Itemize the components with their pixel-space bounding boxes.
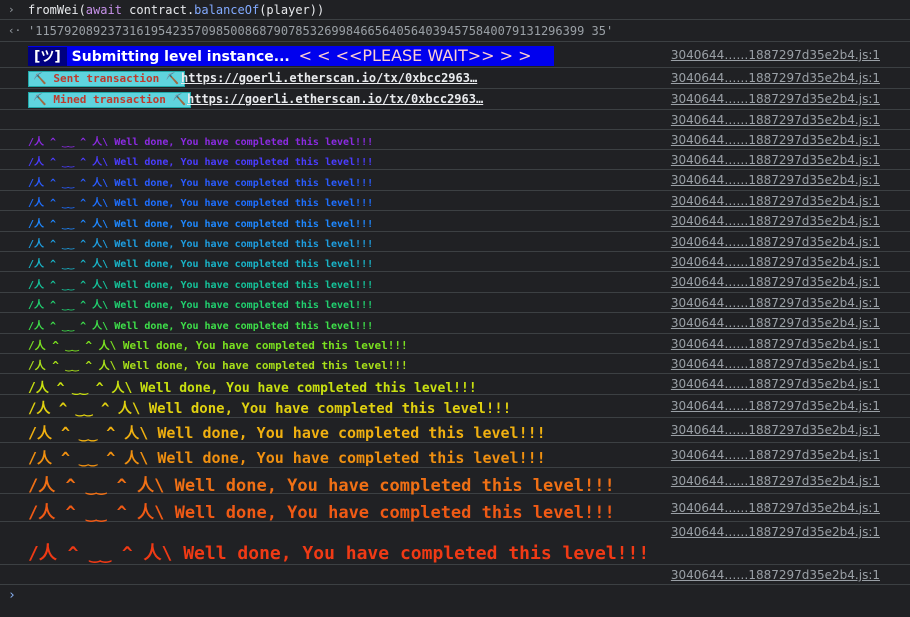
done-row: /人 ^ ‿‿ ^ 人\ Well done, You have complet… bbox=[0, 232, 910, 252]
result-arrow-icon: ‹· bbox=[8, 24, 22, 37]
done-row: /人 ^ ‿‿ ^ 人\ Well done, You have complet… bbox=[0, 418, 910, 443]
done-message: /人 ^ ‿‿ ^ 人\ Well done, You have complet… bbox=[28, 300, 374, 311]
console-input-prompt-icon[interactable]: › bbox=[8, 588, 16, 603]
done-message: /人 ^ ‿‿ ^ 人\ Well done, You have complet… bbox=[28, 401, 512, 417]
console-result-row: ‹· '115792089237316195423570985008687907… bbox=[0, 20, 910, 42]
command-method: balanceOf bbox=[194, 3, 260, 17]
console-sent-row: ⛏️ Sent transaction ⛏️ https://goerli.et… bbox=[0, 68, 910, 89]
source-link[interactable]: 3040644……1887297d35e2b4.js:1 bbox=[671, 173, 880, 187]
source-link[interactable]: 3040644……1887297d35e2b4.js:1 bbox=[671, 448, 880, 462]
done-row: /人 ^ ‿‿ ^ 人\ Well done, You have complet… bbox=[0, 293, 910, 313]
done-row: /人 ^ ‿‿ ^ 人\ Well done, You have complet… bbox=[0, 334, 910, 354]
done-message: /人 ^ ‿‿ ^ 人\ Well done, You have complet… bbox=[28, 198, 374, 209]
done-row: /人 ^ ‿‿ ^ 人\ Well done, You have complet… bbox=[0, 374, 910, 396]
source-link[interactable]: 3040644……1887297d35e2b4.js:1 bbox=[671, 296, 880, 310]
command-fn: fromWei( bbox=[28, 3, 86, 17]
done-row: /人 ^ ‿‿ ^ 人\ Well done, You have complet… bbox=[0, 468, 910, 496]
source-link[interactable]: 3040644……1887297d35e2b4.js:1 bbox=[671, 92, 880, 106]
command-rest1: contract. bbox=[121, 3, 195, 17]
done-row: /人 ^ ‿‿ ^ 人\ Well done, You have complet… bbox=[0, 211, 910, 232]
source-link[interactable]: 3040644……1887297d35e2b4.js:1 bbox=[671, 377, 880, 391]
please-wait-text: < < <<PLEASE WAIT>> > > bbox=[294, 46, 532, 65]
source-link[interactable]: 3040644……1887297d35e2b4.js:1 bbox=[671, 153, 880, 167]
source-link[interactable]: 3040644……1887297d35e2b4.js:1 bbox=[671, 423, 880, 437]
done-row: /人 ^ ‿‿ ^ 人\ Well done, You have complet… bbox=[0, 130, 910, 150]
source-link[interactable]: 3040644……1887297d35e2b4.js:1 bbox=[671, 474, 880, 488]
done-message: /人 ^ ‿‿ ^ 人\ Well done, You have complet… bbox=[28, 381, 477, 396]
done-message: /人 ^ ‿‿ ^ 人\ Well done, You have complet… bbox=[28, 543, 650, 564]
done-row: /人 ^ ‿‿ ^ 人\ Well done, You have complet… bbox=[0, 150, 910, 170]
done-row: /人 ^ ‿‿ ^ 人\ Well done, You have complet… bbox=[0, 494, 910, 523]
source-link[interactable]: 3040644……1887297d35e2b4.js:1 bbox=[671, 48, 880, 62]
done-row: /人 ^ ‿‿ ^ 人\ Well done, You have complet… bbox=[0, 313, 910, 334]
done-message: /人 ^ ‿‿ ^ 人\ Well done, You have complet… bbox=[28, 239, 374, 250]
done-row: /人 ^ ‿‿ ^ 人\ Well done, You have complet… bbox=[0, 522, 910, 565]
done-message: /人 ^ ‿‿ ^ 人\ Well done, You have complet… bbox=[28, 178, 374, 189]
command-text[interactable]: fromWei(await contract.balanceOf(player)… bbox=[28, 3, 324, 17]
done-message: /人 ^ ‿‿ ^ 人\ Well done, You have complet… bbox=[28, 476, 615, 496]
done-message: /人 ^ ‿‿ ^ 人\ Well done, You have complet… bbox=[28, 449, 546, 467]
source-link[interactable]: 3040644……1887297d35e2b4.js:1 bbox=[671, 255, 880, 269]
done-message: /人 ^ ‿‿ ^ 人\ Well done, You have complet… bbox=[28, 280, 374, 291]
done-message: /人 ^ ‿‿ ^ 人\ Well done, You have complet… bbox=[28, 339, 408, 352]
done-message: /人 ^ ‿‿ ^ 人\ Well done, You have complet… bbox=[28, 157, 374, 168]
console-mined-row: ⛏️ Mined transaction ⛏️ https://goerli.e… bbox=[0, 89, 910, 110]
banner-text: Submitting level instance... bbox=[71, 49, 290, 65]
done-row: /人 ^ ‿‿ ^ 人\ Well done, You have complet… bbox=[0, 354, 910, 374]
done-message: /人 ^ ‿‿ ^ 人\ Well done, You have complet… bbox=[28, 424, 546, 442]
source-link[interactable]: 3040644……1887297d35e2b4.js:1 bbox=[671, 525, 880, 539]
sent-transaction-tag: ⛏️ Sent transaction ⛏️ bbox=[28, 71, 185, 87]
sent-transaction-link[interactable]: https://goerli.etherscan.io/tx/0xbcc2963… bbox=[181, 71, 477, 85]
done-row: /人 ^ ‿‿ ^ 人\ Well done, You have complet… bbox=[0, 252, 910, 272]
command-await: await bbox=[85, 3, 122, 17]
done-message: /人 ^ ‿‿ ^ 人\ Well done, You have complet… bbox=[28, 259, 374, 270]
done-message: /人 ^ ‿‿ ^ 人\ Well done, You have complet… bbox=[28, 321, 374, 332]
console-banner-row: [ツ] Submitting level instance... < < <<P… bbox=[0, 42, 910, 68]
console-empty-row: 3040644……1887297d35e2b4.js:1 bbox=[0, 110, 910, 130]
source-link[interactable]: 3040644……1887297d35e2b4.js:1 bbox=[671, 568, 880, 582]
submitting-banner: [ツ] Submitting level instance... < < <<P… bbox=[28, 46, 554, 66]
source-link[interactable]: 3040644……1887297d35e2b4.js:1 bbox=[671, 235, 880, 249]
source-link[interactable]: 3040644……1887297d35e2b4.js:1 bbox=[671, 337, 880, 351]
chevron-right-icon: › bbox=[8, 3, 15, 16]
done-message: /人 ^ ‿‿ ^ 人\ Well done, You have complet… bbox=[28, 503, 615, 523]
mined-transaction-link[interactable]: https://goerli.etherscan.io/tx/0xbcc2963… bbox=[187, 92, 483, 106]
source-link[interactable]: 3040644……1887297d35e2b4.js:1 bbox=[671, 133, 880, 147]
source-link[interactable]: 3040644……1887297d35e2b4.js:1 bbox=[671, 399, 880, 413]
done-row: /人 ^ ‿‿ ^ 人\ Well done, You have complet… bbox=[0, 395, 910, 418]
done-message: /人 ^ ‿‿ ^ 人\ Well done, You have complet… bbox=[28, 359, 408, 372]
done-message: /人 ^ ‿‿ ^ 人\ Well done, You have complet… bbox=[28, 137, 374, 148]
source-link[interactable]: 3040644……1887297d35e2b4.js:1 bbox=[671, 71, 880, 85]
source-link[interactable]: 3040644……1887297d35e2b4.js:1 bbox=[671, 214, 880, 228]
done-row: /人 ^ ‿‿ ^ 人\ Well done, You have complet… bbox=[0, 191, 910, 211]
command-rest2: (player)) bbox=[259, 3, 325, 17]
done-row: /人 ^ ‿‿ ^ 人\ Well done, You have complet… bbox=[0, 170, 910, 191]
done-message: /人 ^ ‿‿ ^ 人\ Well done, You have complet… bbox=[28, 219, 374, 230]
console-command-row: › fromWei(await contract.balanceOf(playe… bbox=[0, 0, 910, 20]
source-link[interactable]: 3040644……1887297d35e2b4.js:1 bbox=[671, 316, 880, 330]
source-link[interactable]: 3040644……1887297d35e2b4.js:1 bbox=[671, 275, 880, 289]
source-link[interactable]: 3040644……1887297d35e2b4.js:1 bbox=[671, 501, 880, 515]
console-final-row: 3040644……1887297d35e2b4.js:1 bbox=[0, 565, 910, 585]
source-link[interactable]: 3040644……1887297d35e2b4.js:1 bbox=[671, 357, 880, 371]
banner-icon: [ツ] bbox=[28, 47, 67, 66]
done-row: /人 ^ ‿‿ ^ 人\ Well done, You have complet… bbox=[0, 272, 910, 293]
source-link[interactable]: 3040644……1887297d35e2b4.js:1 bbox=[671, 194, 880, 208]
mined-transaction-tag: ⛏️ Mined transaction ⛏️ bbox=[28, 92, 192, 108]
source-link[interactable]: 3040644……1887297d35e2b4.js:1 bbox=[671, 113, 880, 127]
result-value: '115792089237316195423570985008687907853… bbox=[28, 24, 614, 38]
done-row: /人 ^ ‿‿ ^ 人\ Well done, You have complet… bbox=[0, 443, 910, 468]
